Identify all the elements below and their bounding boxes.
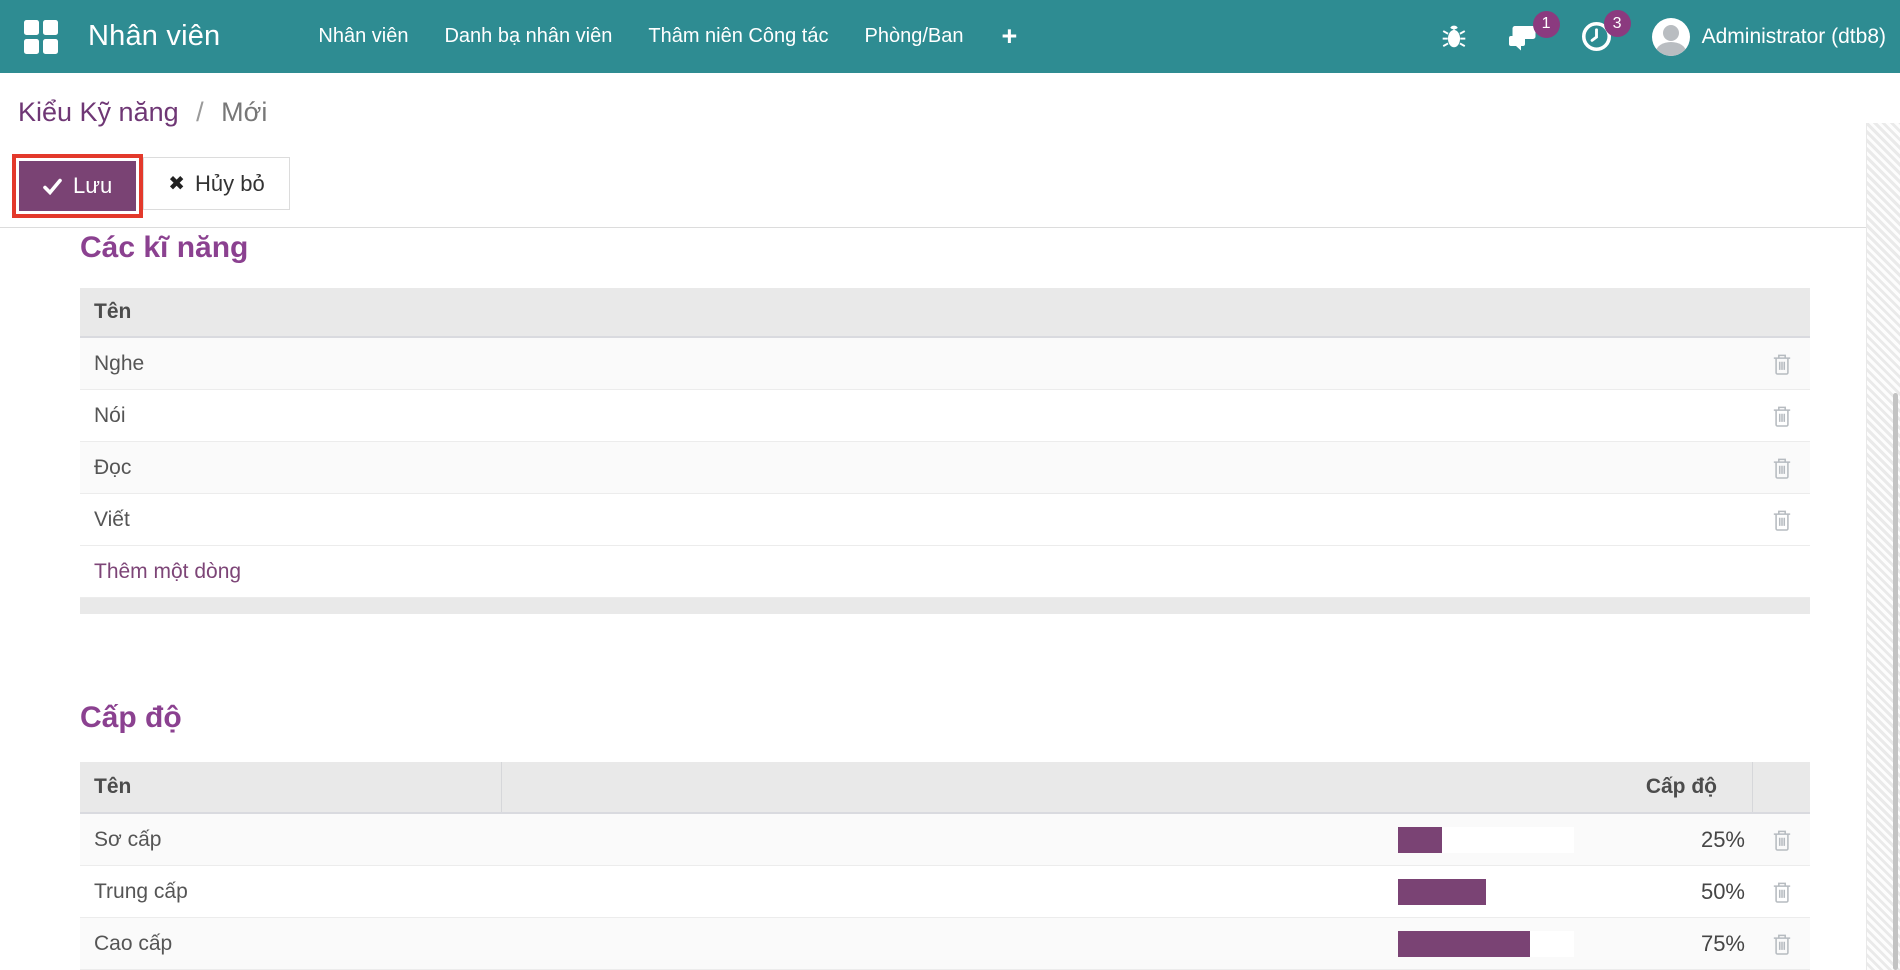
progress-bar-fill — [1398, 930, 1530, 957]
progress-bar-track — [1398, 826, 1574, 853]
menu-item-nhan-vien[interactable]: Nhân viên — [318, 25, 408, 48]
page: Nhân viên Nhân viên Danh bạ nhân viên Th… — [0, 0, 1900, 970]
discard-button-label: Hủy bỏ — [194, 170, 265, 196]
breadcrumb: Kiểu Kỹ năng / Mới — [0, 73, 1900, 128]
skills-table: Tên Nghe Nói Đọc Viết Thêm một dòng — [80, 288, 1810, 614]
save-button-label: Lưu — [73, 173, 113, 198]
breadcrumb-current: Mới — [221, 97, 268, 127]
progress-bar-fill — [1398, 878, 1486, 905]
level-row-so-cap[interactable]: Sơ cấp 25% — [80, 814, 1810, 866]
apps-grid-icon[interactable] — [24, 19, 58, 54]
menu-item-tham-nien[interactable]: Thâm niên Công tác — [648, 25, 828, 48]
delete-row-trash-icon[interactable] — [1772, 405, 1792, 427]
delete-row-trash-icon[interactable] — [1772, 829, 1792, 851]
skill-row-nghe[interactable]: Nghe — [80, 338, 1810, 390]
skills-section-title: Các kĩ năng — [80, 231, 249, 264]
delete-row-trash-icon[interactable] — [1772, 457, 1792, 479]
skill-row-viet[interactable]: Viết — [80, 494, 1810, 546]
debug-bug-icon[interactable] — [1441, 23, 1467, 51]
delete-row-trash-icon[interactable] — [1772, 509, 1792, 531]
progress-percent: 75% — [1700, 930, 1745, 956]
delete-row-trash-icon[interactable] — [1772, 933, 1792, 955]
skills-table-footer — [80, 598, 1810, 614]
top-navbar: Nhân viên Nhân viên Danh bạ nhân viên Th… — [0, 0, 1900, 73]
sheet-divider — [0, 227, 1866, 228]
column-header-actions — [1753, 762, 1810, 812]
add-line-link[interactable]: Thêm một dòng — [80, 560, 241, 584]
user-name: Administrator (dtb8) — [1701, 24, 1886, 48]
skill-name[interactable]: Nói — [80, 404, 1753, 428]
progress-percent: 50% — [1700, 878, 1745, 904]
level-progress-cell: 25% — [502, 826, 1753, 853]
progress-bar-track — [1398, 930, 1574, 957]
add-line-row: Thêm một dòng — [80, 546, 1810, 598]
delete-row-trash-icon[interactable] — [1772, 353, 1792, 375]
menu-item-phong-ban[interactable]: Phòng/Ban — [864, 25, 963, 48]
messages-icon[interactable]: 1 — [1507, 10, 1560, 52]
x-icon: ✖ — [168, 173, 185, 195]
column-header-name[interactable]: Tên — [80, 762, 502, 812]
level-row-cao-cap[interactable]: Cao cấp 75% — [80, 918, 1810, 970]
skill-name[interactable]: Đọc — [80, 456, 1753, 480]
levels-section-title: Cấp độ — [80, 701, 182, 734]
user-menu[interactable]: Administrator (dtb8) — [1651, 17, 1886, 56]
progress-percent: 25% — [1700, 826, 1745, 852]
level-progress-cell: 50% — [502, 878, 1753, 905]
level-name[interactable]: Cao cấp — [80, 932, 502, 956]
column-header-actions — [1753, 288, 1810, 336]
main-menu: Nhân viên Danh bạ nhân viên Thâm niên Cô… — [318, 23, 1017, 50]
levels-table-header: Tên Cấp độ — [80, 762, 1810, 814]
progress-bar-fill — [1398, 826, 1442, 853]
column-header-name[interactable]: Tên — [80, 288, 1753, 336]
user-avatar — [1651, 17, 1690, 56]
discard-button[interactable]: ✖ Hủy bỏ — [143, 157, 290, 210]
systray: 1 3 Administrator (dtb8) — [1441, 10, 1886, 56]
level-row-trung-cap[interactable]: Trung cấp 50% — [80, 866, 1810, 918]
progress-bar-track — [1398, 878, 1574, 905]
messages-count-badge: 1 — [1532, 10, 1560, 38]
level-progress-cell: 75% — [502, 930, 1753, 957]
skill-row-noi[interactable]: Nói — [80, 390, 1810, 442]
annotation-highlight-box: Lưu — [12, 154, 144, 218]
save-button[interactable]: Lưu — [19, 161, 137, 211]
column-header-level[interactable]: Cấp độ — [502, 762, 1753, 812]
level-name[interactable]: Trung cấp — [80, 880, 502, 904]
level-name[interactable]: Sơ cấp — [80, 828, 502, 852]
skills-table-header: Tên — [80, 288, 1810, 338]
delete-row-trash-icon[interactable] — [1772, 881, 1792, 903]
breadcrumb-parent-link[interactable]: Kiểu Kỹ năng — [18, 97, 179, 127]
action-buttons: Lưu ✖ Hủy bỏ — [12, 154, 1900, 218]
menu-item-danh-ba[interactable]: Danh bạ nhân viên — [444, 25, 612, 48]
plus-menu-icon[interactable]: + — [1001, 23, 1017, 50]
activities-count-badge: 3 — [1603, 10, 1631, 37]
activities-clock-icon[interactable]: 3 — [1581, 10, 1631, 52]
vertical-scrollbar-thumb[interactable] — [1893, 393, 1898, 970]
skill-row-doc[interactable]: Đọc — [80, 442, 1810, 494]
check-icon — [43, 178, 62, 195]
skill-name[interactable]: Nghe — [80, 352, 1753, 376]
breadcrumb-separator: / — [196, 97, 204, 127]
skill-name[interactable]: Viết — [80, 508, 1753, 532]
app-title[interactable]: Nhân viên — [88, 20, 220, 53]
levels-table: Tên Cấp độ Sơ cấp 25% Trung cấp 50% Cao … — [80, 762, 1810, 970]
form-sheet: Các kĩ năng Tên Nghe Nói Đọc Viết Thêm m… — [0, 230, 1890, 970]
